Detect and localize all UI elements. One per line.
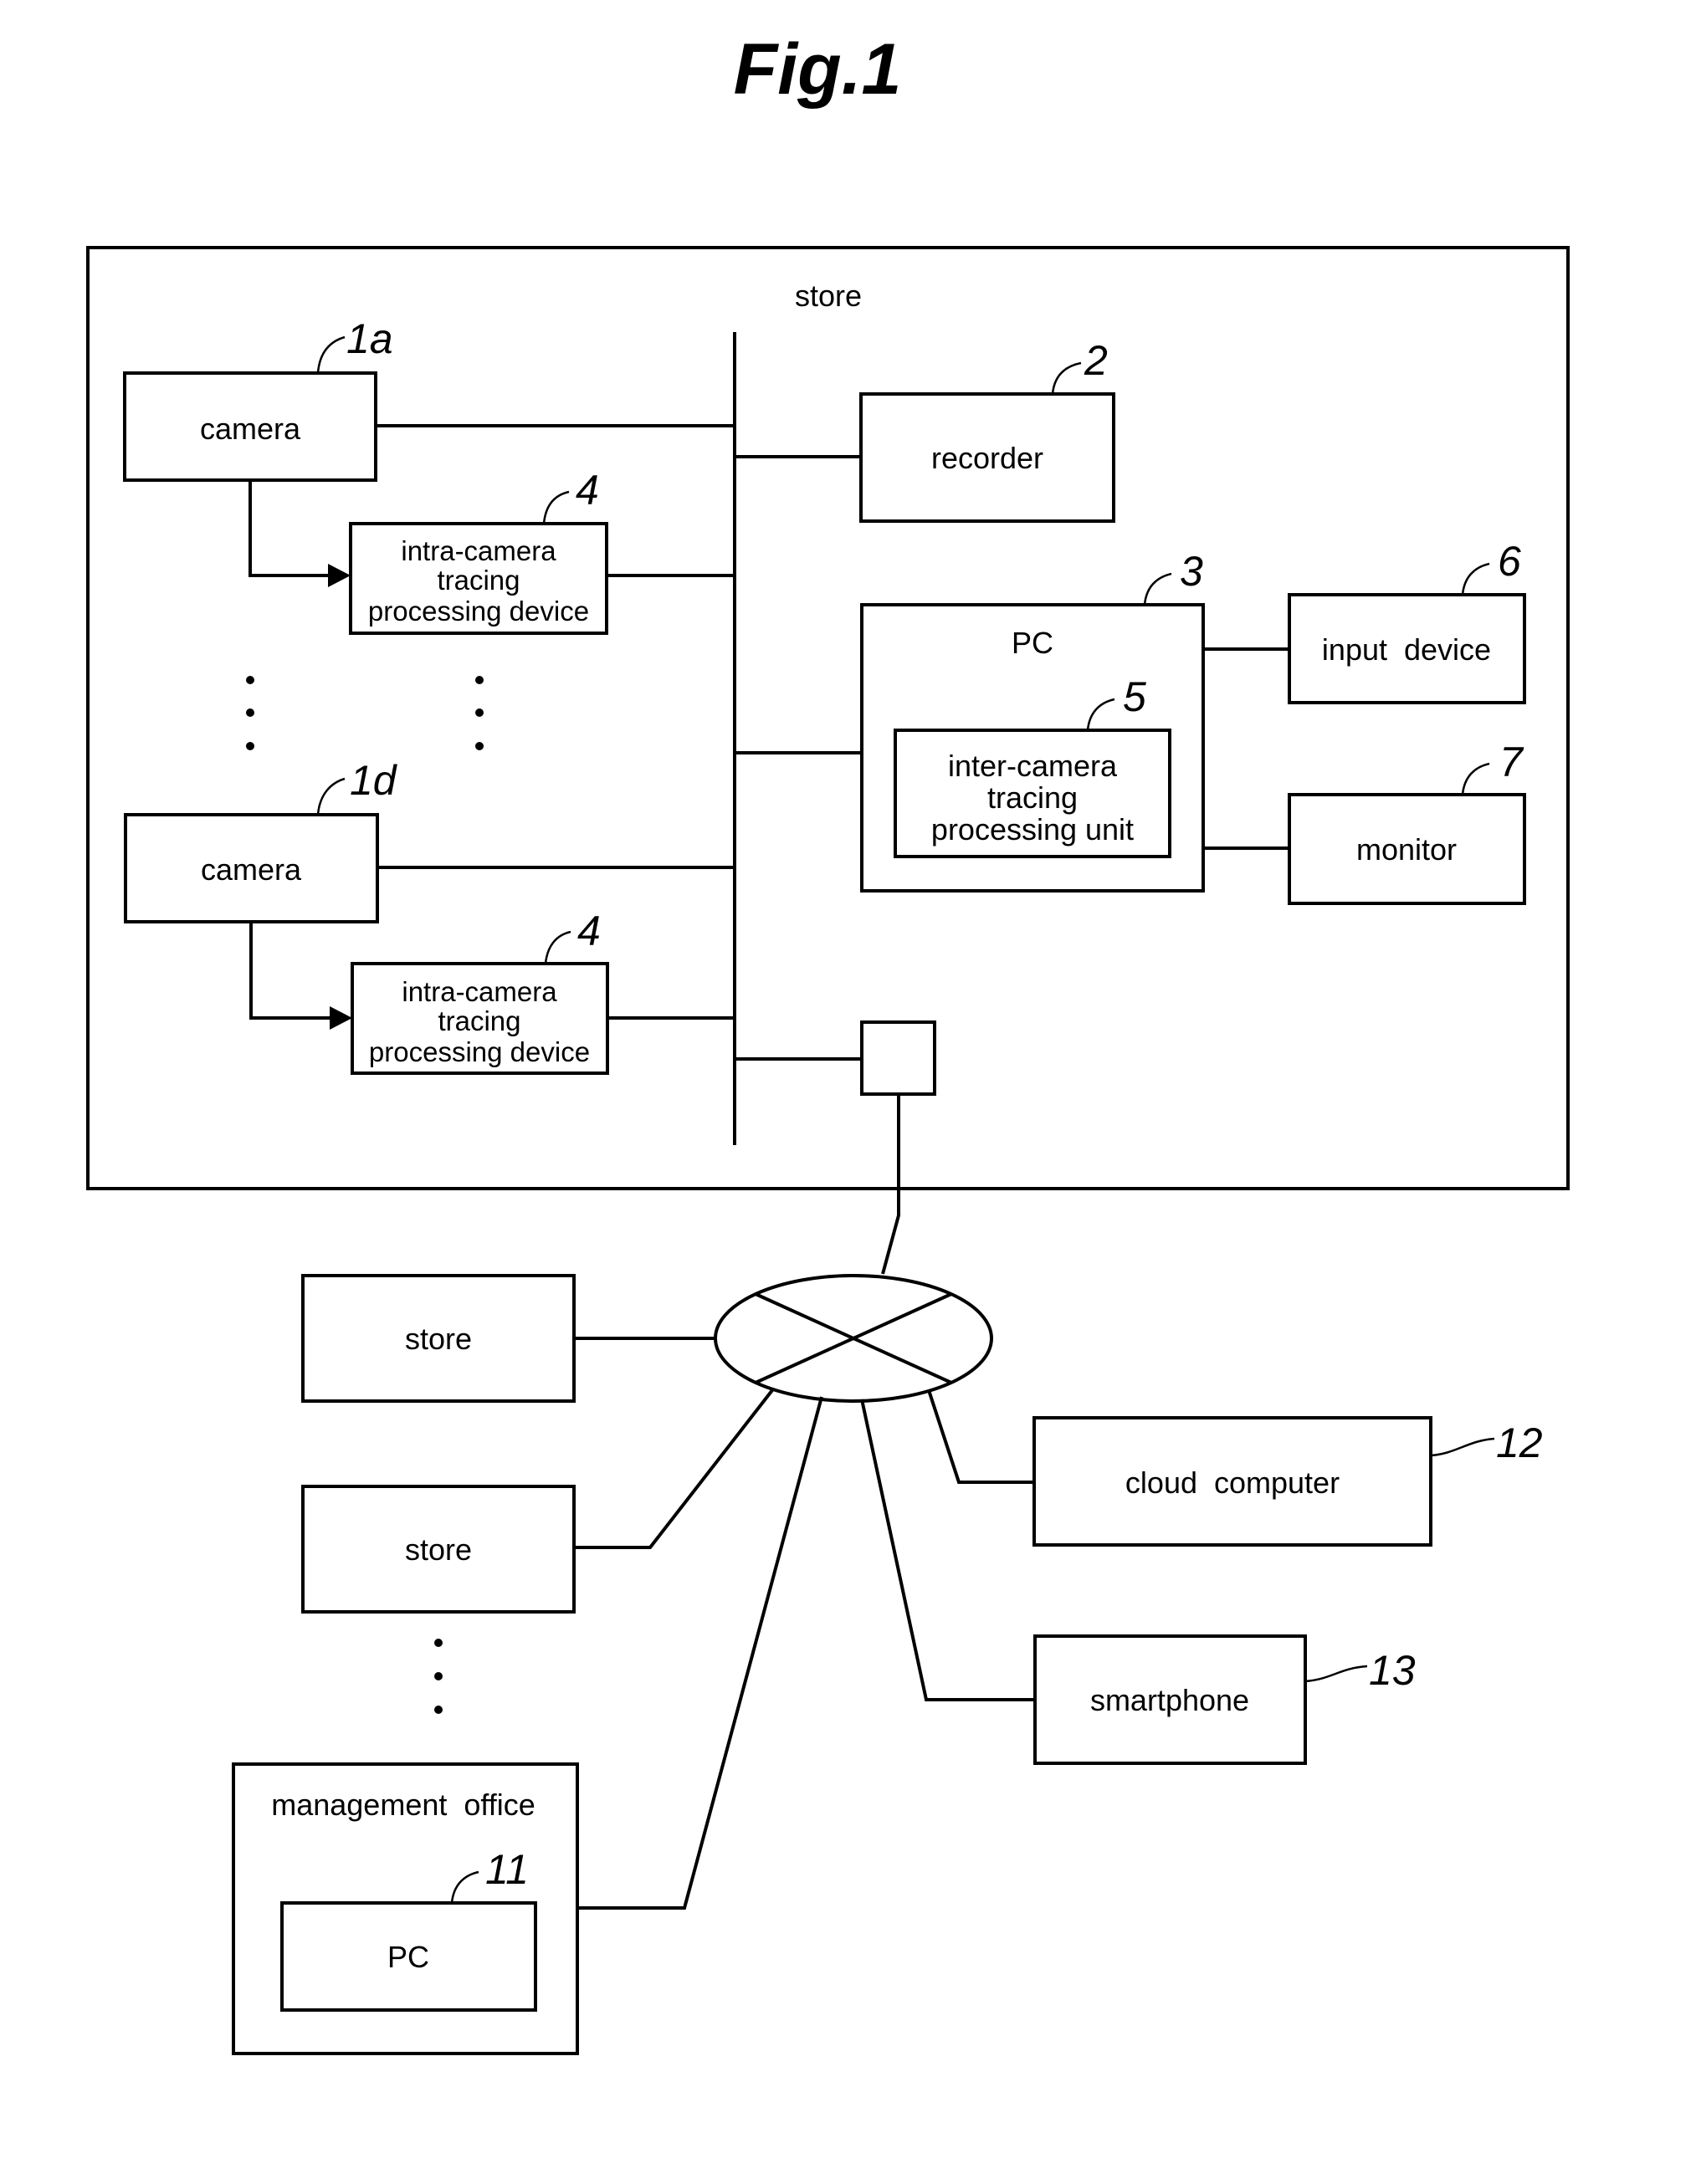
pc-3-label: PC xyxy=(1012,626,1053,660)
connector-office-network xyxy=(577,1396,823,1910)
monitor-label: monitor xyxy=(1356,832,1457,867)
intra-device-2: intra-camera tracing processing device xyxy=(351,962,609,1075)
cloud-computer-12: cloud computer xyxy=(1032,1416,1432,1547)
connector-store-b-network xyxy=(574,1389,774,1549)
ref-2: 2 xyxy=(1084,337,1108,384)
ref-3: 3 xyxy=(1180,548,1203,595)
store-main-label: store xyxy=(795,279,862,313)
camera-1a-label: camera xyxy=(200,412,301,446)
intra-device-1: intra-camera tracing processing device xyxy=(349,522,608,635)
inter-unit-line-1: inter-camera xyxy=(948,749,1118,783)
store-b: store xyxy=(301,1485,576,1614)
inter-unit-line-3: processing unit xyxy=(931,812,1134,846)
camera-1d: camera xyxy=(124,813,379,923)
ref-6: 6 xyxy=(1498,538,1521,585)
intra-device-1-line-1: intra-camera xyxy=(401,535,556,566)
camera-1d-label: camera xyxy=(201,852,302,887)
network-hub-icon xyxy=(714,1274,993,1403)
input-device-label: input device xyxy=(1322,632,1491,667)
ref-1a: 1a xyxy=(346,315,393,362)
ref-1d: 1d xyxy=(350,757,398,804)
ref-7: 7 xyxy=(1499,739,1524,785)
smartphone-13: smartphone xyxy=(1033,1634,1307,1765)
system-diagram: Fig.1 store camera 1a intra-camera traci… xyxy=(86,29,1570,2055)
intra-device-1-line-3: processing device xyxy=(368,596,589,627)
ref-leader-12 xyxy=(1430,1437,1495,1457)
ref-leader-13 xyxy=(1304,1665,1368,1683)
intra-device-2-line-2: tracing xyxy=(438,1005,520,1036)
ref-4a: 4 xyxy=(576,467,599,514)
store-a-label: store xyxy=(405,1322,472,1356)
management-office-label: management office xyxy=(271,1788,535,1822)
intra-device-1-line-2: tracing xyxy=(437,565,520,596)
ref-13: 13 xyxy=(1369,1647,1416,1694)
recorder: recorder xyxy=(859,392,1115,523)
figure-title: Fig.1 xyxy=(734,29,902,110)
inter-unit-line-2: tracing xyxy=(987,780,1078,815)
intra-device-2-line-1: intra-camera xyxy=(402,976,557,1007)
smartphone-label: smartphone xyxy=(1090,1683,1249,1717)
monitor-7: monitor xyxy=(1288,793,1526,905)
recorder-label: recorder xyxy=(931,441,1043,475)
connector-network-smartphone xyxy=(860,1399,1035,1701)
store-a: store xyxy=(301,1274,576,1403)
connector-network-cloud xyxy=(927,1389,1034,1484)
camera-1a: camera xyxy=(123,371,377,482)
input-device-6: input device xyxy=(1288,593,1526,704)
ellipsis-dots-stores xyxy=(434,1639,443,1714)
intra-device-2-line-3: processing device xyxy=(369,1036,590,1067)
ref-5: 5 xyxy=(1123,673,1146,720)
router-box xyxy=(860,1020,936,1096)
ref-12: 12 xyxy=(1496,1419,1543,1466)
cloud-computer-label: cloud computer xyxy=(1125,1465,1340,1500)
store-b-label: store xyxy=(405,1532,472,1567)
ref-4b: 4 xyxy=(577,908,601,954)
inter-camera-unit-5: inter-camera tracing processing unit xyxy=(894,729,1171,858)
management-office: management office PC xyxy=(232,1762,579,2055)
pc-11-label: PC xyxy=(387,1940,429,1974)
ref-11: 11 xyxy=(485,1846,529,1893)
